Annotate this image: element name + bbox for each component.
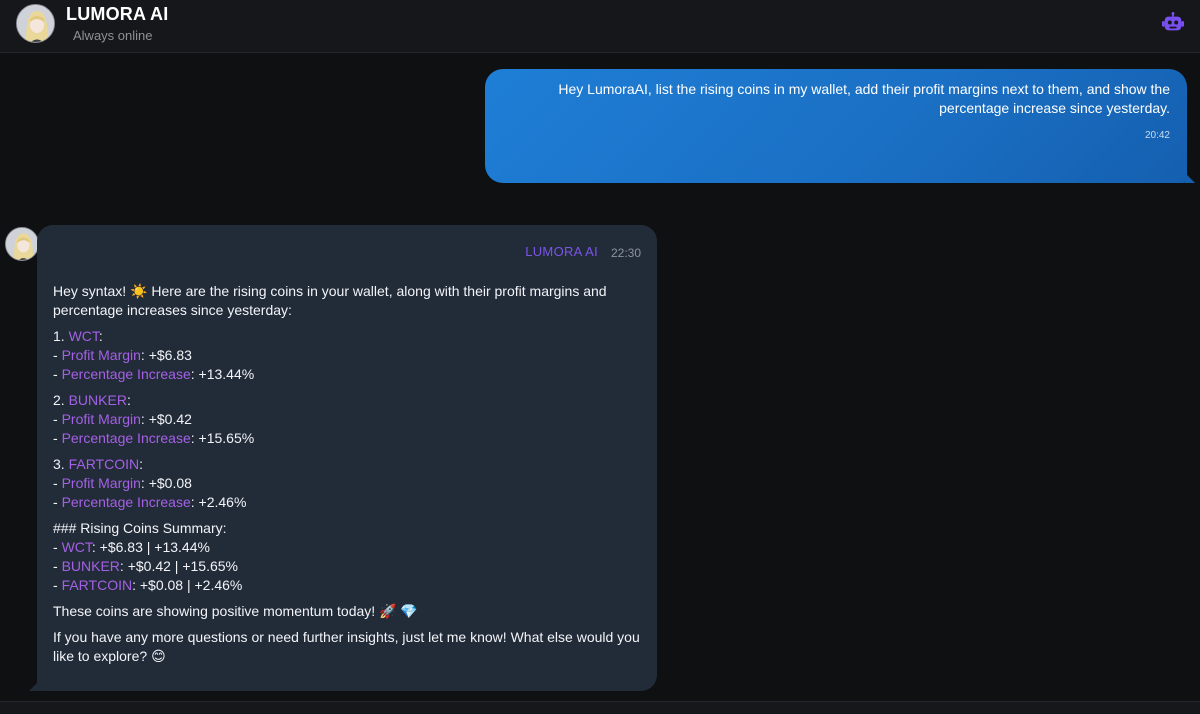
coin-number: 2. [53,392,65,408]
coin-block-fartcoin: 3. FARTCOIN: - Profit Margin: +$0.08 - P… [53,456,247,510]
summary-value: +$0.42 | +15.65% [127,558,238,574]
bot-avatar[interactable] [16,4,55,43]
momentum-text: These coins are showing positive momentu… [53,603,376,619]
coin-name: WCT [68,328,99,344]
summary-value: +$6.83 | +13.44% [99,539,210,555]
chat-header: LUMORA AI Always online [0,0,1200,53]
user-message-text: Hey LumoraAI, list the rising coins in m… [558,81,1170,116]
profit-value: +$0.08 [148,475,192,491]
bubble-tail [29,681,39,691]
pct-label: Percentage Increase [61,494,191,510]
composer-bar [0,701,1200,714]
sun-emoji-icon: ☀️ [130,283,148,299]
coin-name: BUNKER [68,392,127,408]
coin-block-bunker: 2. BUNKER: - Profit Margin: +$0.42 - Per… [53,392,255,446]
momentum-paragraph: These coins are showing positive momentu… [53,602,643,621]
summary-value: +$0.08 | +2.46% [139,577,243,593]
summary-coin-name: FARTCOIN [61,577,133,593]
avatar-anime-girl-icon [17,5,54,42]
robot-icon[interactable] [1162,12,1184,34]
coin-number: 3. [53,456,65,472]
pct-label: Percentage Increase [61,366,191,382]
pct-label: Percentage Increase [61,430,191,446]
summary-heading: ### Rising Coins Summary: [53,520,227,536]
smile-emoji-icon: 😊 [151,648,166,664]
closing-text: If you have any more questions or need f… [53,629,640,664]
bot-message-time: 22:30 [610,246,641,260]
coin-name: FARTCOIN [68,456,140,472]
user-message-bubble: Hey LumoraAI, list the rising coins in m… [485,69,1195,183]
user-message-time: 20:42 [1144,130,1170,141]
avatar-anime-girl-icon [6,228,38,260]
bot-message-body: Hey syntax! ☀️ Here are the rising coins… [53,282,643,673]
profit-label: Profit Margin [61,347,141,363]
online-status: Always online [73,28,153,43]
coin-number: 1. [53,328,65,344]
chat-title: LUMORA AI [66,4,169,24]
profit-value: +$0.42 [148,411,192,427]
bubble-tail [1185,173,1195,183]
summary-block: ### Rising Coins Summary: - WCT: +$6.83 … [53,519,643,595]
greeting-text: Hey syntax! [53,283,127,299]
rocket-gem-emoji-icon: 🚀 💎 [379,603,418,619]
pct-value: +15.65% [198,430,255,446]
bot-message-avatar[interactable] [5,227,39,261]
profit-label: Profit Margin [61,475,141,491]
bot-sender-name: LUMORA AI [525,244,598,259]
closing-paragraph: If you have any more questions or need f… [53,628,643,666]
profit-label: Profit Margin [61,411,141,427]
intro-paragraph: Hey syntax! ☀️ Here are the rising coins… [53,282,643,320]
pct-value: +13.44% [198,366,255,382]
profit-value: +$6.83 [148,347,192,363]
coin-block-wct: 1. WCT: - Profit Margin: +$6.83 - Percen… [53,328,255,382]
pct-value: +2.46% [198,494,247,510]
summary-coin-name: BUNKER [61,558,120,574]
summary-coin-name: WCT [61,539,92,555]
bot-message-bubble: LUMORA AI 22:30 Hey syntax! ☀️ Here are … [29,225,657,691]
